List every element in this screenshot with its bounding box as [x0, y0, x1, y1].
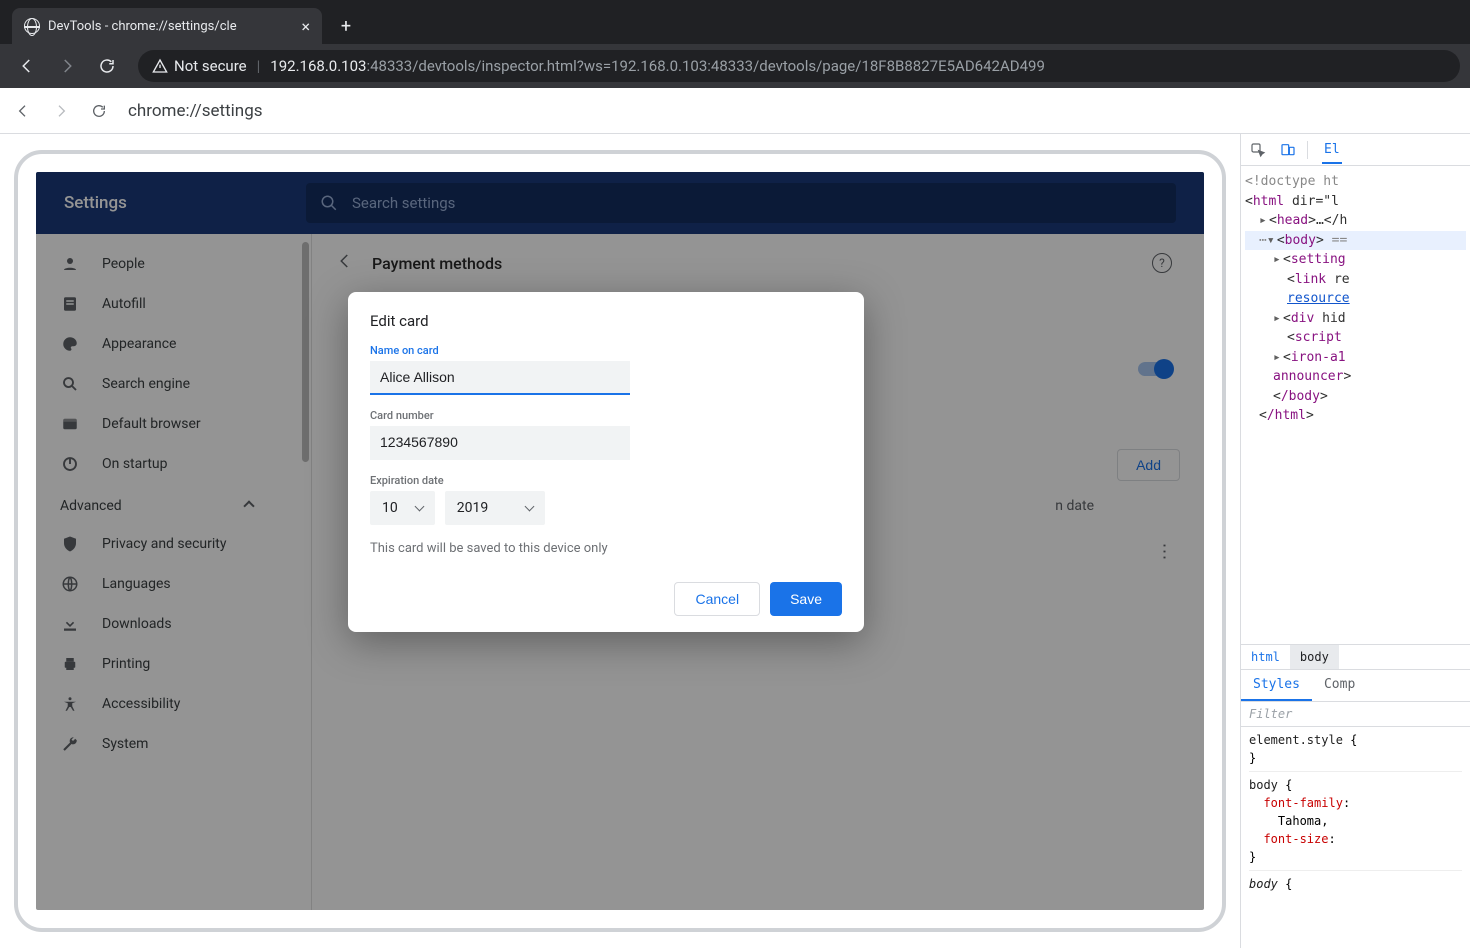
inner-nav-row: chrome://settings — [0, 88, 1470, 134]
device-toggle-icon[interactable] — [1277, 139, 1299, 161]
devtools-panel: El <!doctype ht <html dir="l ▸<head>…</h… — [1240, 134, 1470, 948]
tab-styles[interactable]: Styles — [1241, 670, 1312, 701]
modal-title: Edit card — [370, 312, 842, 330]
back-button[interactable] — [10, 49, 44, 83]
exp-month-select[interactable]: 10 — [370, 491, 435, 525]
save-button[interactable]: Save — [770, 582, 842, 616]
number-input[interactable] — [370, 426, 630, 460]
globe-icon — [24, 18, 40, 34]
cancel-button[interactable]: Cancel — [674, 582, 760, 616]
styles-body[interactable]: element.style {} body { font-family: Tah… — [1241, 726, 1470, 948]
exp-year-select[interactable]: 2019 — [445, 491, 545, 525]
device-frame: Settings Search settings People Autofill… — [14, 150, 1226, 932]
new-tab-button[interactable]: + — [332, 12, 360, 40]
outer-toolbar: Not secure | 192.168.0.103:48333/devtool… — [0, 44, 1470, 88]
styles-filter[interactable]: Filter — [1241, 701, 1470, 726]
name-label: Name on card — [370, 344, 842, 357]
chevron-down-icon — [524, 502, 534, 512]
tab-elements[interactable]: El — [1322, 136, 1342, 164]
dom-breadcrumb[interactable]: html body — [1241, 644, 1470, 669]
reload-button[interactable] — [90, 49, 124, 83]
dom-tree[interactable]: <!doctype ht <html dir="l ▸<head>…</h ⋯▾… — [1241, 166, 1470, 432]
name-input[interactable] — [370, 361, 630, 395]
edit-card-modal: Edit card Name on card Card number Expir… — [348, 292, 864, 632]
url-text: 192.168.0.103:48333/devtools/inspector.h… — [270, 57, 1045, 75]
styles-tabs: Styles Comp — [1241, 669, 1470, 701]
browser-tab[interactable]: DevTools - chrome://settings/cle × — [12, 8, 322, 44]
settings-preview: Settings Search settings People Autofill… — [0, 134, 1240, 948]
inner-reload-button[interactable] — [84, 96, 114, 126]
not-secure-badge: Not secure — [152, 57, 247, 75]
address-bar[interactable]: Not secure | 192.168.0.103:48333/devtool… — [138, 50, 1460, 82]
chevron-down-icon — [414, 502, 424, 512]
separator: | — [257, 57, 261, 75]
close-icon[interactable]: × — [301, 17, 310, 36]
outer-tab-bar: DevTools - chrome://settings/cle × + — [0, 0, 1470, 44]
inner-forward-button[interactable] — [46, 96, 76, 126]
inspect-icon[interactable] — [1247, 139, 1269, 161]
tab-title: DevTools - chrome://settings/cle — [48, 19, 293, 34]
number-label: Card number — [370, 409, 842, 422]
modal-note: This card will be saved to this device o… — [370, 541, 842, 556]
forward-button[interactable] — [50, 49, 84, 83]
tab-computed[interactable]: Comp — [1312, 670, 1367, 701]
inner-back-button[interactable] — [8, 96, 38, 126]
exp-label: Expiration date — [370, 474, 842, 487]
inner-omnibox[interactable]: chrome://settings — [128, 101, 263, 121]
not-secure-label: Not secure — [174, 57, 247, 75]
devtools-toolbar: El — [1241, 134, 1470, 166]
